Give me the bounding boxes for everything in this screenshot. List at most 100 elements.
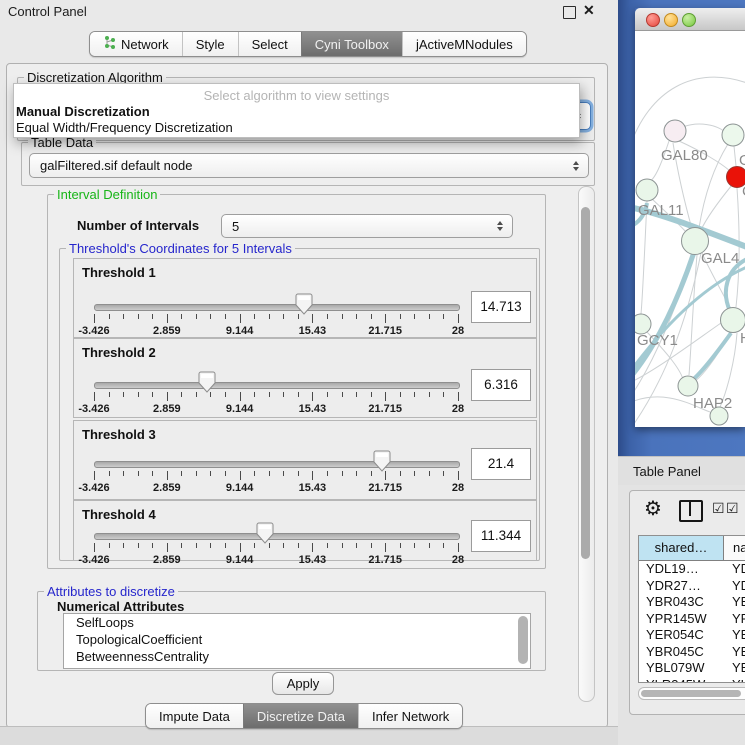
threshold-panel-3: Threshold 3-3.4262.8599.14415.4321.71528… — [73, 420, 537, 500]
slider-tick — [269, 471, 270, 476]
slider-tick — [400, 543, 401, 548]
node-label: GCY1 — [637, 332, 678, 349]
tab-label: Select — [252, 37, 288, 52]
checkbox-icon[interactable]: ☑ — [726, 500, 739, 517]
panel-scrollbar[interactable] — [578, 186, 595, 702]
threshold-label: Threshold 4 — [82, 507, 156, 522]
num-intervals-combobox[interactable]: 5 — [221, 214, 513, 238]
slider-tick-label: 2.859 — [153, 482, 181, 494]
tab-select[interactable]: Select — [238, 32, 301, 56]
network-node — [678, 376, 698, 396]
cell-shared-name: YLR345W — [639, 677, 723, 684]
panel-scrollbar-thumb[interactable] — [581, 207, 590, 559]
slider-tick-label: 21.715 — [368, 554, 402, 566]
threshold-label: Threshold 1 — [82, 265, 156, 280]
zoom-traffic-light-icon[interactable] — [682, 13, 696, 27]
threshold-value-field[interactable]: 11.344 — [471, 520, 531, 552]
threshold-value-field[interactable]: 6.316 — [471, 369, 531, 401]
checkbox-icon[interactable]: ☑ — [712, 500, 725, 517]
threshold-value-field[interactable]: 14.713 — [471, 291, 531, 323]
table-data-combobox[interactable]: galFiltered.sif default node — [29, 153, 589, 178]
close-traffic-light-icon[interactable] — [646, 13, 660, 27]
slider-tick — [443, 314, 444, 319]
table-horizontal-scrollbar[interactable] — [638, 687, 745, 700]
attributes-list-scrollbar[interactable] — [518, 616, 528, 664]
slider-tick-label: 2.859 — [153, 403, 181, 415]
slider-thumb[interactable] — [295, 293, 313, 319]
attribute-item-topologicalcoefficient[interactable]: TopologicalCoefficient — [64, 631, 530, 648]
slider-tick — [152, 471, 153, 476]
tab-jactivemnodules[interactable]: jActiveMNodules — [402, 32, 526, 56]
slider-thumb[interactable] — [256, 522, 274, 548]
slider-track[interactable] — [94, 382, 460, 389]
slider-tick — [181, 392, 182, 397]
tab-network[interactable]: Network — [90, 32, 182, 56]
table-row[interactable]: YBR043CYBR0 — [639, 594, 745, 611]
attribute-item-selfloops[interactable]: SelfLoops — [64, 614, 530, 631]
slider-tick — [123, 392, 124, 397]
close-icon[interactable]: ✕ — [583, 2, 595, 19]
slider-tick — [385, 314, 386, 323]
attribute-item-betweennesscentrality[interactable]: BetweennessCentrality — [64, 648, 530, 665]
cell-shared-name: YBL079W — [639, 660, 723, 677]
slider-tick — [240, 392, 241, 401]
table-hscroll-thumb[interactable] — [641, 690, 741, 697]
table-row[interactable]: YDL19…YDL1 — [639, 561, 745, 578]
apply-button[interactable]: Apply — [272, 672, 334, 695]
gear-icon[interactable]: ⚙ — [644, 496, 662, 521]
column-header-name[interactable]: na — [724, 536, 745, 560]
cell-name: YDR2 — [723, 578, 745, 595]
table-row[interactable]: YDR27…YDR2 — [639, 578, 745, 595]
tab-cyni-toolbox[interactable]: Cyni Toolbox — [301, 32, 402, 56]
tab-impute-data[interactable]: Impute Data — [146, 704, 243, 728]
slider-tick — [94, 543, 95, 552]
network-icon — [103, 35, 116, 53]
table-row[interactable]: YLR345WYLR3 — [639, 677, 745, 684]
network-nodes[interactable] — [635, 120, 745, 425]
float-window-icon[interactable] — [563, 6, 576, 19]
tab-discretize-data[interactable]: Discretize Data — [243, 704, 358, 728]
slider-tick — [254, 314, 255, 319]
slider-tick — [298, 392, 299, 397]
algorithm-option-equal-width-frequency-discretization[interactable]: Equal Width/Frequency Discretization — [14, 120, 579, 136]
node-table: shared… na YDL19…YDL1YDR27…YDR2YBR043CYB… — [638, 535, 745, 683]
threshold-value-field[interactable]: 21.4 — [471, 448, 531, 480]
slider-track[interactable] — [94, 304, 460, 311]
slider-tick-label: 15.43 — [299, 554, 327, 566]
top-tab-bar: Network Style Select Cyni ToolboxjActiveMNo… — [89, 31, 527, 57]
slider-track[interactable] — [94, 461, 460, 468]
threshold-panel-1: Threshold 1-3.4262.8599.14415.4321.71528… — [73, 258, 537, 338]
slider-tick-label: 28 — [452, 325, 464, 337]
cell-shared-name: YDL19… — [639, 561, 723, 578]
network-canvas[interactable]: GAL80 G GAL11 C GAL4 GCY1 H HAP2 — [635, 31, 745, 427]
slider-tick — [298, 543, 299, 548]
table-row[interactable]: YER054CYER0 — [639, 627, 745, 644]
cyni-toolbox-panel: Discretization Algorithm Table Data galF… — [6, 63, 608, 728]
numerical-attributes-list[interactable]: SelfLoopsTopologicalCoefficientBetweenne… — [63, 613, 531, 669]
slider-tick — [283, 471, 284, 476]
algorithm-option-manual-discretization[interactable]: Manual Discretization — [14, 104, 579, 120]
tab-style[interactable]: Style — [182, 32, 238, 56]
slider-track[interactable] — [94, 533, 460, 540]
network-node — [636, 179, 658, 201]
threshold-label: Threshold 2 — [82, 345, 156, 360]
slider-tick — [94, 392, 95, 401]
minimize-traffic-light-icon[interactable] — [664, 13, 678, 27]
slider-thumb[interactable] — [373, 450, 391, 476]
table-row[interactable]: YBL079WYBL0 — [639, 660, 745, 677]
slider-thumb[interactable] — [198, 371, 216, 397]
table-row[interactable]: YBR045CYBR0 — [639, 644, 745, 661]
slider-tick — [196, 471, 197, 476]
network-window-titlebar[interactable] — [635, 8, 745, 31]
table-row[interactable]: YPR145WYPR1 — [639, 611, 745, 628]
split-panel-icon[interactable] — [679, 500, 703, 522]
network-node — [721, 308, 745, 333]
tab-label: Style — [196, 37, 225, 52]
slider-tick — [400, 471, 401, 476]
slider-tick — [371, 314, 372, 319]
tab-infer-network[interactable]: Infer Network — [358, 704, 462, 728]
slider-tick-label: 21.715 — [368, 325, 402, 337]
column-header-shared-name[interactable]: shared… — [639, 536, 724, 560]
table-panel: ⚙ ☑ ☑ shared… na YDL19…YDL1YDR27…YDR2YBR… — [629, 490, 745, 715]
algorithm-prompt: Select algorithm to view settings — [14, 87, 579, 104]
